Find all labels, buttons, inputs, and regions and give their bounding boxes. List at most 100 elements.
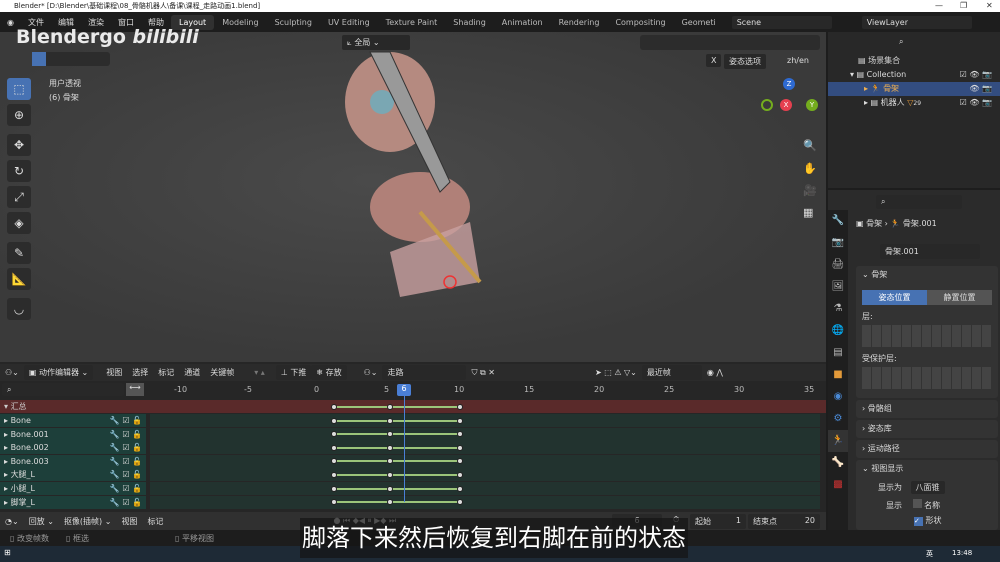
pan-hand-icon[interactable]: ✋ [803, 162, 817, 175]
texture-tab-icon[interactable]: ▩ [828, 474, 848, 496]
bone-tab-icon[interactable]: 🦴 [828, 452, 848, 474]
select-box-tool[interactable]: ⬚ [7, 78, 31, 100]
tab-rendering[interactable]: Rendering [551, 15, 608, 30]
gizmo-z-axis[interactable]: Z [783, 78, 795, 90]
menu-key[interactable]: 关键帧 [205, 365, 239, 380]
keyframe[interactable] [331, 417, 337, 424]
keyframe[interactable] [331, 471, 337, 478]
keyframe[interactable] [457, 403, 463, 410]
keyframe[interactable] [457, 471, 463, 478]
tab-uv-editing[interactable]: UV Editing [320, 15, 378, 30]
action-name-field[interactable]: 走路 [382, 365, 467, 380]
armature-data-tab-icon[interactable]: 🏃 [828, 430, 848, 452]
swap-icon[interactable]: ⟷ [126, 383, 144, 396]
channel-toggles[interactable]: 🔧 ☑ 🔓 [110, 455, 142, 468]
cursor-tool[interactable]: ⊕ [7, 104, 31, 126]
scene-selector[interactable]: Scene [731, 15, 832, 29]
fake-user-shield-icon[interactable]: ⛉ ⧉ ✕ [466, 366, 500, 380]
channel-track[interactable] [150, 414, 820, 427]
frame-ruler[interactable]: -10 -5 0 5 10 15 20 25 30 35 6 [150, 382, 826, 398]
constraints-tab-icon[interactable]: ⚙ [828, 408, 848, 430]
gizmo-x-axis[interactable]: X [780, 99, 792, 111]
display-as-dropdown[interactable]: 八面锥 [910, 481, 945, 494]
proportional-icon[interactable]: ◉ ⋀ [702, 366, 728, 379]
playhead-line[interactable] [404, 396, 405, 502]
menu-marker[interactable]: 标记 [153, 365, 179, 380]
viewport-display-header[interactable]: ⌄ 视图显示 [862, 463, 992, 474]
channel-row[interactable]: ▸ Bone.001 🔧 ☑ 🔓 [0, 427, 146, 441]
channel-toggles[interactable]: 🔧 ☑ 🔓 [110, 428, 142, 441]
armature-data-name-field[interactable]: 骨架.001 [880, 244, 980, 259]
3d-viewport[interactable]: Blendergo bilibili ⬚ ⊕ ✥ ↻ ⤢ ◈ ✎ 📐 ◡ 用户透… [0, 26, 826, 362]
world-tab-icon[interactable]: 🌐 [828, 320, 848, 342]
menu-timeline-view[interactable]: 视图 [116, 514, 142, 529]
mode-dropdown[interactable]: ▣ 动作编辑器 ⌄ [23, 365, 94, 380]
move-tool[interactable]: ✥ [7, 134, 31, 156]
output-tab-icon[interactable]: 🖨 [828, 254, 848, 276]
stash-button[interactable]: ❄ 存放 [311, 365, 347, 380]
rotate-tool[interactable]: ↻ [7, 160, 31, 182]
keyframe[interactable] [457, 417, 463, 424]
transform-tool[interactable]: ◈ [7, 212, 31, 234]
end-frame-field[interactable]: 结束点 20 [748, 514, 820, 529]
pose-position-button[interactable]: 姿态位置 [862, 290, 927, 305]
protected-layers-grid[interactable] [862, 367, 992, 389]
maximize-button[interactable]: ❐ [960, 0, 967, 12]
channel-toggles[interactable]: 🔧 ☑ 🔓 [110, 496, 142, 509]
bone-groups-panel[interactable]: › 骨骼组 [856, 400, 998, 418]
editor-type-icon[interactable]: ⚇⌄ [0, 366, 24, 379]
gizmo-neg-y[interactable] [761, 99, 773, 111]
zoom-icon[interactable]: 🔍 [803, 139, 817, 152]
channel-track[interactable] [150, 482, 820, 495]
channel-row[interactable]: ▸ Bone.003 🔧 ☑ 🔓 [0, 454, 146, 468]
layer-arrows[interactable]: ▾ ▴ [249, 366, 270, 379]
tab-sculpting[interactable]: Sculpting [267, 15, 320, 30]
shape-checkbox[interactable]: ✓ [914, 517, 923, 526]
keyframe[interactable] [387, 485, 393, 492]
relax-tool[interactable]: ◡ [7, 298, 31, 320]
measure-tool[interactable]: 📐 [7, 268, 31, 290]
annotate-tool[interactable]: ✎ [7, 242, 31, 264]
outliner-scene-collection[interactable]: ▤ 场景集合 [828, 54, 1000, 68]
channel-row[interactable]: ▸ 小腿_L 🔧 ☑ 🔓 [0, 482, 146, 495]
robot-model[interactable] [330, 32, 510, 302]
channel-toggles[interactable]: 🔧 ☑ 🔓 [110, 441, 142, 454]
outliner-armature[interactable]: ▸ 🏃 骨架 👁 📷 [828, 82, 1000, 96]
keyframe[interactable] [331, 403, 337, 410]
channel-track[interactable] [150, 441, 820, 455]
channel-search-input[interactable]: ⌕ [2, 383, 124, 396]
gizmo-y-axis[interactable]: Y [806, 99, 818, 111]
physics-tab-icon[interactable]: ◉ [828, 386, 848, 408]
outliner-robot[interactable]: ▸ ▤ 机器人 ▽29 ☑ 👁 📷 [828, 96, 1000, 110]
menu-playback[interactable]: 回放 ⌄ [24, 514, 59, 529]
keyframe[interactable] [457, 444, 463, 451]
timeline-editor-icon[interactable]: ◔⌄ [0, 515, 24, 528]
channel-track[interactable] [150, 495, 820, 509]
camera-icon[interactable]: 🎥 [803, 184, 817, 197]
collection-tab-icon[interactable]: ▤ [828, 342, 848, 364]
action-icon[interactable]: ⚇⌄ [359, 366, 383, 379]
tab-shading[interactable]: Shading [445, 15, 494, 30]
tab-geometry[interactable]: Geometi [674, 15, 724, 30]
menu-select[interactable]: 选择 [127, 365, 153, 380]
object-tab-icon[interactable]: ■ [828, 364, 848, 386]
keyframe[interactable] [387, 417, 393, 424]
tab-texture-paint[interactable]: Texture Paint [378, 15, 446, 30]
layers-grid[interactable] [862, 325, 992, 347]
channel-toggles[interactable]: 🔧 ☑ 🔓 [110, 482, 142, 495]
channel-row[interactable]: ▸ Bone 🔧 ☑ 🔓 [0, 414, 146, 427]
channel-toggles[interactable]: 🔧 ☑ 🔓 [110, 414, 142, 427]
windows-start-icon[interactable]: ⊞ [4, 548, 11, 557]
menu-timeline-marker[interactable]: 标记 [142, 514, 168, 529]
view-layer-tab-icon[interactable]: 🖼 [828, 276, 848, 298]
channel-toggles[interactable]: 🔧 ☑ 🔓 [110, 468, 142, 481]
tool-tab-icon[interactable]: 🔧 [828, 210, 848, 232]
grid-icon[interactable]: ▦ [803, 206, 813, 219]
tab-modeling[interactable]: Modeling [214, 15, 266, 30]
keyframe[interactable] [387, 444, 393, 451]
tab-animation[interactable]: Animation [494, 15, 551, 30]
keyframe[interactable] [387, 403, 393, 410]
push-down-button[interactable]: ⊥ 下推 [275, 365, 312, 380]
select-mode-buttons[interactable] [32, 52, 110, 66]
channel-row[interactable]: ▸ Bone.002 🔧 ☑ 🔓 [0, 441, 146, 455]
